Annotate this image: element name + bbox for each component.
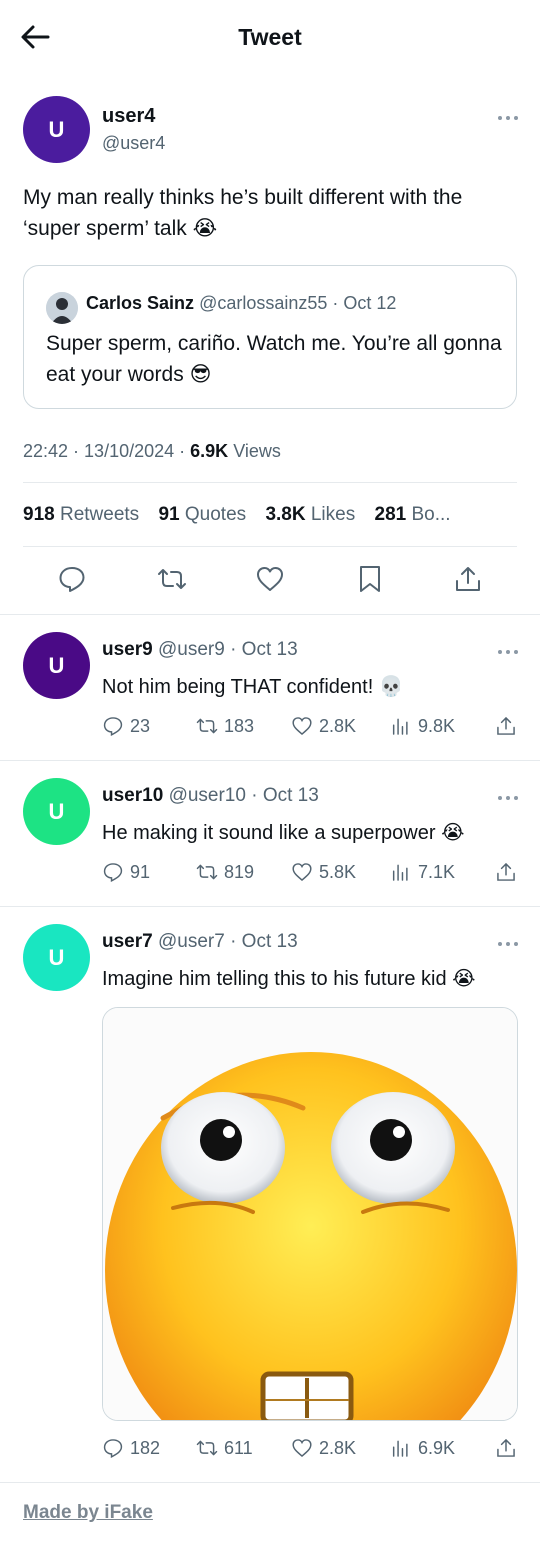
views-icon xyxy=(392,1440,408,1457)
view-count[interactable]: 9.8K xyxy=(390,715,455,737)
reply-text: Imagine him telling this to his future k… xyxy=(102,968,476,990)
reply-author-name[interactable]: user10 xyxy=(102,785,163,806)
heart-icon xyxy=(292,717,312,736)
reply-count[interactable]: 23 xyxy=(102,715,150,737)
tweet-text: My man really thinks he’s built differen… xyxy=(23,186,463,240)
retweet-count[interactable]: 819 xyxy=(196,861,254,883)
tweet-date: 13/10/2024 xyxy=(84,441,175,461)
bookmark-icon[interactable] xyxy=(355,564,385,594)
like-count[interactable]: 5.8K xyxy=(291,861,356,883)
like-count[interactable]: 2.8K xyxy=(291,715,356,737)
quoted-author-handle: @carlossainz55 xyxy=(199,293,328,313)
quoted-header: Carlos Sainz @carlossainz55 · Oct 12 xyxy=(86,293,396,314)
heart-icon xyxy=(292,863,312,882)
heart-icon xyxy=(292,1439,312,1458)
quoted-author-name: Carlos Sainz xyxy=(86,293,195,313)
reply-avatar[interactable]: U xyxy=(23,924,90,991)
reply-metrics: 23 183 2.8K 9.8K xyxy=(102,715,522,741)
reply-author-name[interactable]: user9 xyxy=(102,639,153,660)
reply-count[interactable]: 182 xyxy=(102,1437,160,1459)
reply-count[interactable]: 91 xyxy=(102,861,150,883)
reply-header: user10 @user10 · Oct 13 xyxy=(102,785,319,807)
reply-tweet[interactable]: U user9 @user9 · Oct 13 Not him being TH… xyxy=(0,614,540,760)
share-icon xyxy=(497,716,515,735)
retweet-icon[interactable] xyxy=(157,564,187,594)
divider xyxy=(23,482,517,483)
share-icon xyxy=(497,1438,515,1457)
views-count: 6.9K xyxy=(190,441,229,461)
reply-tweet[interactable]: U user10 @user10 · Oct 13 He making it s… xyxy=(0,760,540,906)
more-options-icon[interactable] xyxy=(497,794,519,802)
bookmarks-stat[interactable]: 281 Bo... xyxy=(375,504,451,525)
views-label: Views xyxy=(233,441,281,461)
share-button[interactable] xyxy=(495,1437,517,1459)
view-count[interactable]: 7.1K xyxy=(390,861,455,883)
tweet-stats: 918 Retweets 91 Quotes 3.8K Likes 281 Bo… xyxy=(23,504,465,526)
quoted-separator: · xyxy=(327,293,344,313)
reply-media-image[interactable] xyxy=(102,1007,518,1421)
reply-icon[interactable] xyxy=(57,564,87,594)
view-count[interactable]: 6.9K xyxy=(390,1437,455,1459)
avatar-letter: U xyxy=(48,116,65,142)
reply-icon xyxy=(103,863,123,882)
retweet-icon xyxy=(196,718,218,734)
reply-meta: @user10 · Oct 13 xyxy=(168,785,319,806)
share-icon[interactable] xyxy=(453,564,483,594)
views-icon xyxy=(392,718,408,735)
reply-author-name[interactable]: user7 xyxy=(102,931,153,952)
worried-face-emoji-image xyxy=(103,1008,517,1420)
top-bar: Tweet xyxy=(0,0,540,76)
quoted-date: Oct 12 xyxy=(343,293,397,313)
retweet-icon xyxy=(196,864,218,880)
more-options-icon[interactable] xyxy=(497,114,519,122)
share-button[interactable] xyxy=(495,715,517,737)
footer-link[interactable]: Made by iFake xyxy=(23,1502,153,1524)
author-handle[interactable]: @user4 xyxy=(102,133,165,154)
reply-avatar[interactable]: U xyxy=(23,778,90,845)
retweets-stat[interactable]: 918 Retweets xyxy=(23,504,139,525)
author-name[interactable]: user4 xyxy=(102,105,155,128)
more-options-icon[interactable] xyxy=(497,940,519,948)
retweet-count[interactable]: 183 xyxy=(196,715,254,737)
like-count[interactable]: 2.8K xyxy=(291,1437,356,1459)
quoted-author-avatar xyxy=(46,292,78,324)
divider xyxy=(23,546,517,547)
quoted-text: Super sperm, cariño. Watch me. You’re al… xyxy=(46,332,502,386)
reply-meta: @user7 · Oct 13 xyxy=(157,931,298,952)
reply-icon xyxy=(103,717,123,736)
reply-text: Not him being THAT confident! 💀 xyxy=(102,676,404,698)
reply-metrics: 91 819 5.8K 7.1K xyxy=(102,861,522,887)
reply-meta: @user9 · Oct 13 xyxy=(157,639,298,660)
avatar[interactable]: U xyxy=(23,96,90,163)
likes-stat[interactable]: 3.8K Likes xyxy=(265,504,355,525)
more-options-icon[interactable] xyxy=(497,648,519,656)
quotes-stat[interactable]: 91 Quotes xyxy=(158,504,246,525)
retweet-icon xyxy=(196,1440,218,1456)
views-icon xyxy=(392,864,408,881)
reply-text: He making it sound like a superpower 😭 xyxy=(102,822,465,844)
tweet-time: 22:42 xyxy=(23,441,69,461)
reply-avatar[interactable]: U xyxy=(23,632,90,699)
reply-metrics: 182 611 2.8K 6.9K xyxy=(102,1437,522,1463)
divider xyxy=(0,1482,540,1483)
share-button[interactable] xyxy=(495,861,517,883)
quoted-tweet-card[interactable]: Carlos Sainz @carlossainz55 · Oct 12 Sup… xyxy=(23,265,517,409)
page-title: Tweet xyxy=(238,24,302,50)
reply-icon xyxy=(103,1439,123,1458)
reply-header: user9 @user9 · Oct 13 xyxy=(102,639,298,661)
tweet-timestamp: 22:42 · 13/10/2024 · 6.9K Views xyxy=(23,441,281,461)
share-icon xyxy=(497,862,515,881)
heart-icon[interactable] xyxy=(255,564,285,594)
retweet-count[interactable]: 611 xyxy=(196,1437,253,1459)
reply-header: user7 @user7 · Oct 13 xyxy=(102,931,298,953)
